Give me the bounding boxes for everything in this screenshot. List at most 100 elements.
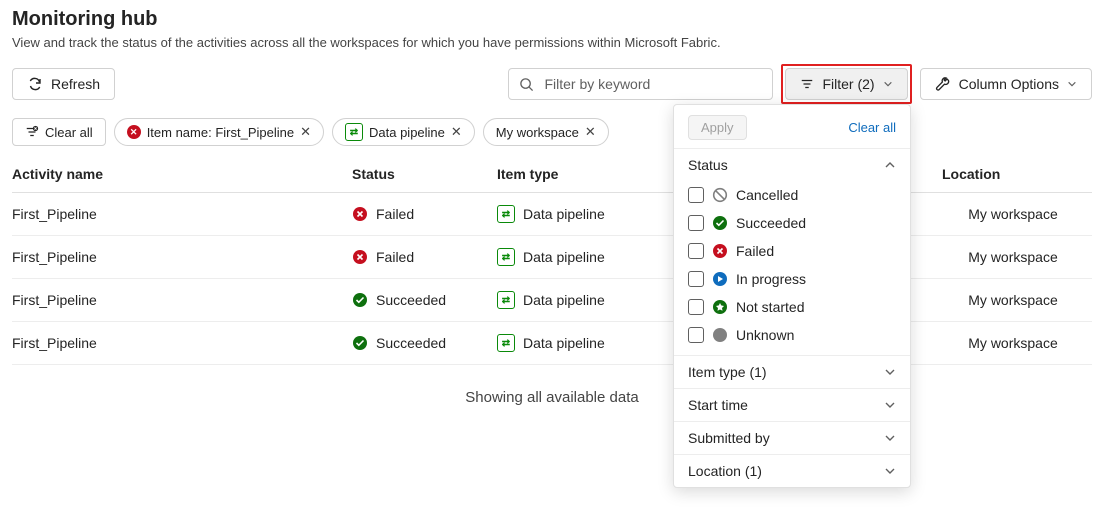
clear-filter-icon [25,125,39,139]
filter-button[interactable]: Filter (2) [785,68,907,100]
data-pipeline-icon: ⇄ [345,123,363,141]
cell-status: Succeeded [352,292,489,308]
cell-itemtype: ⇄Data pipeline [497,205,669,223]
filter-section-itemtype-title: Item type (1) [688,364,767,380]
filter-chip[interactable]: ⇄ Data pipeline ✕ [332,118,475,146]
filter-chip[interactable]: ✕Item name: First_Pipeline✕ [114,118,324,146]
unknown-icon [712,327,728,343]
cell-location: My workspace [942,193,1092,236]
clear-all-chip[interactable]: Clear all [12,118,106,146]
failed-icon [712,243,728,259]
chevron-up-icon [884,159,896,171]
chevron-down-icon [884,465,896,477]
refresh-button[interactable]: Refresh [12,68,115,100]
chip-label: My workspace [496,125,579,140]
failed-icon [352,206,368,222]
cancelled-icon [712,187,728,203]
checkbox[interactable] [688,327,704,343]
filter-section-starttime-title: Start time [688,397,748,413]
toolbar: Refresh Filter (2) Column Options [12,64,1092,104]
close-icon[interactable]: ✕ [300,124,311,140]
table-row[interactable]: First_PipelineSucceeded⇄Data pipeline3:4… [12,279,1092,322]
filter-section-submittedby[interactable]: Submitted by [674,422,910,454]
filter-section-status-title: Status [688,157,728,173]
table-row[interactable]: First_PipelineFailed⇄Data pipeline3:40 P… [12,193,1092,236]
col-header-location[interactable]: Location [942,156,1092,193]
filter-option-label: In progress [736,271,806,287]
column-options-label: Column Options [959,76,1059,92]
filter-section-location[interactable]: Location (1) [674,455,910,487]
checkbox[interactable] [688,215,704,231]
table-row[interactable]: First_PipelineFailed⇄Data pipeline4:15 P… [12,236,1092,279]
cell-activity: First_Pipeline [12,236,352,279]
table-header-row: Activity name Status Item type Start Loc… [12,156,1092,193]
filter-panel: Apply Clear all Status Cancelled Succeede… [673,104,911,488]
wrench-icon [935,76,951,92]
succeeded-icon [712,215,728,231]
checkbox[interactable] [688,243,704,259]
notstarted-icon [712,299,728,315]
cell-itemtype: ⇄Data pipeline [497,291,669,309]
cell-location: My workspace [942,279,1092,322]
search-input-wrap[interactable] [508,68,773,100]
refresh-icon [27,76,43,92]
data-pipeline-icon: ⇄ [497,205,515,223]
col-header-status[interactable]: Status [352,156,497,193]
failed-icon [352,249,368,265]
checkbox[interactable] [688,187,704,203]
chevron-down-icon [883,79,893,89]
filter-option-failed[interactable]: Failed [688,237,896,265]
filter-clear-all-link[interactable]: Clear all [848,120,896,135]
page-title: Monitoring hub [12,8,1092,31]
chip-label: Data pipeline [369,125,445,140]
close-icon[interactable]: ✕ [451,124,462,140]
cell-itemtype: ⇄Data pipeline [497,248,669,266]
chip-label: Item name: First_Pipeline [147,125,294,140]
filter-icon [800,77,814,91]
col-header-itemtype[interactable]: Item type [497,156,677,193]
filter-chip[interactable]: My workspace ✕ [483,118,609,146]
cell-status: Succeeded [352,335,489,351]
data-pipeline-icon: ⇄ [497,291,515,309]
succeeded-icon [352,335,368,351]
filter-apply-button[interactable]: Apply [688,115,747,140]
cell-itemtype: ⇄Data pipeline [497,334,669,352]
inprogress-icon [712,271,728,287]
filter-section-starttime[interactable]: Start time [674,389,910,421]
checkbox[interactable] [688,271,704,287]
filter-section-submittedby-title: Submitted by [688,430,770,446]
cell-status: Failed [352,249,489,265]
refresh-label: Refresh [51,76,100,92]
filter-option-inprogress[interactable]: In progress [688,265,896,293]
filter-option-notstarted[interactable]: Not started [688,293,896,321]
page-subtitle: View and track the status of the activit… [12,35,1092,50]
cell-status: Failed [352,206,489,222]
chevron-down-icon [884,432,896,444]
succeeded-icon [352,292,368,308]
filter-section-location-title: Location (1) [688,463,762,479]
data-pipeline-icon: ⇄ [497,334,515,352]
filter-section-status[interactable]: Status [674,149,910,181]
checkbox[interactable] [688,299,704,315]
chevron-down-icon [884,399,896,411]
filter-option-label: Not started [736,299,804,315]
chevron-down-icon [1067,79,1077,89]
column-options-button[interactable]: Column Options [920,68,1092,100]
filter-option-cancelled[interactable]: Cancelled [688,181,896,209]
close-icon[interactable]: ✕ [585,124,596,140]
filter-option-succeeded[interactable]: Succeeded [688,209,896,237]
cell-location: My workspace [942,322,1092,365]
filter-option-unknown[interactable]: Unknown [688,321,896,349]
cell-activity: First_Pipeline [12,193,352,236]
filter-option-label: Succeeded [736,215,806,231]
col-header-activity[interactable]: Activity name [12,156,352,193]
search-input[interactable] [542,75,762,93]
table-row[interactable]: First_PipelineSucceeded⇄Data pipeline6:0… [12,322,1092,365]
cell-activity: First_Pipeline [12,279,352,322]
footer-message: Showing all available data [12,365,1092,430]
data-pipeline-icon: ⇄ [497,248,515,266]
clear-all-chip-label: Clear all [45,125,93,140]
activities-table: Activity name Status Item type Start Loc… [12,156,1092,365]
filter-section-itemtype[interactable]: Item type (1) [674,356,910,388]
cell-location: My workspace [942,236,1092,279]
